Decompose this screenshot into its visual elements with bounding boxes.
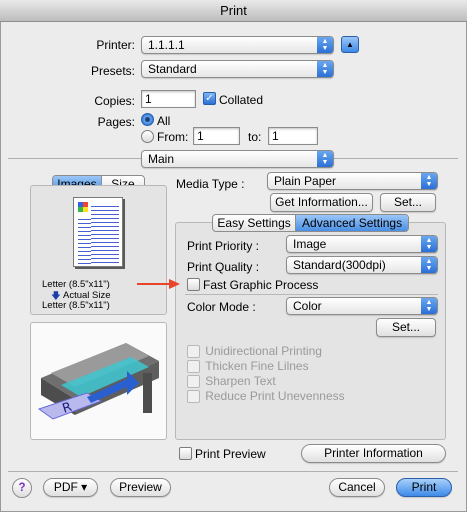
popup-arrows-icon: ▲ ▼	[421, 173, 437, 189]
separator	[8, 471, 458, 472]
triangle-up-icon: ▲	[346, 40, 354, 49]
presets-value: Standard	[148, 62, 197, 76]
fast-graphic-checkbox[interactable]	[187, 278, 200, 291]
pdf-button[interactable]: PDF ▾	[43, 478, 98, 497]
print-priority-value: Image	[293, 237, 327, 251]
presets-label: Presets:	[90, 64, 135, 78]
cancel-button[interactable]: Cancel	[329, 478, 385, 497]
unidirectional-label: Unidirectional Printing	[205, 344, 322, 358]
popup-arrows-icon: ▲ ▼	[317, 151, 333, 167]
pages-from-label: From:	[157, 130, 189, 144]
print-preview-checkbox[interactable]	[179, 447, 192, 460]
popup-arrows-icon: ▲ ▼	[317, 37, 333, 53]
popup-arrows-icon: ▲ ▼	[317, 61, 333, 77]
print-preview-label: Print Preview	[195, 447, 266, 461]
preview-button[interactable]: Preview	[110, 478, 171, 497]
print-quality-label: Print Quality :	[187, 260, 260, 274]
get-information-button[interactable]: Get Information...	[270, 193, 373, 212]
popup-arrows-icon: ▲ ▼	[421, 257, 437, 273]
thicken-lines-label: Thicken Fine Lilnes	[205, 359, 309, 373]
collated-label: Collated	[219, 93, 264, 107]
pages-label: Pages:	[97, 115, 135, 129]
popup-arrows-icon: ▲ ▼	[421, 236, 437, 252]
pages-to-input[interactable]: 1	[268, 127, 318, 145]
popup-arrows-icon: ▲ ▼	[421, 298, 437, 314]
print-quality-popup[interactable]: Standard(300dpi) ▲ ▼	[286, 256, 438, 274]
option-thicken-lines: Thicken Fine Lilnes	[187, 359, 309, 374]
pane-value: Main	[148, 152, 175, 166]
pages-from-input[interactable]: 1	[193, 127, 240, 145]
option-sharpen-text: Sharpen Text	[187, 374, 276, 389]
printer-label: Printer:	[96, 38, 135, 52]
window-title: Print	[0, 0, 467, 22]
pages-all-radio[interactable]	[141, 113, 154, 126]
pane-popup[interactable]: Main ▲ ▼	[141, 150, 334, 168]
page-thumbnail	[73, 197, 123, 267]
printer-information-button[interactable]: Printer Information	[301, 444, 446, 463]
option-reduce-unevenness: Reduce Print Unevenness	[187, 389, 345, 404]
settings-tabs: Easy Settings Advanced Settings	[212, 214, 409, 232]
fast-graphic-label: Fast Graphic Process	[203, 278, 319, 292]
presets-popup[interactable]: Standard ▲ ▼	[141, 60, 334, 78]
sharpen-text-checkbox[interactable]	[187, 375, 200, 389]
separator	[185, 294, 438, 295]
unidirectional-checkbox[interactable]	[187, 345, 200, 359]
print-priority-popup[interactable]: Image ▲ ▼	[286, 235, 438, 253]
collapse-details-button[interactable]: ▲	[341, 36, 359, 53]
print-priority-label: Print Priority :	[187, 239, 260, 253]
printer-illustration: R	[30, 322, 167, 440]
printer-popup[interactable]: 1.1.1.1 ▲ ▼	[141, 36, 334, 54]
media-type-label: Media Type :	[176, 177, 245, 191]
pages-to-label: to:	[248, 130, 262, 144]
color-set-button[interactable]: Set...	[376, 318, 436, 337]
printer-image: R	[37, 343, 159, 420]
print-button[interactable]: Print	[396, 478, 452, 497]
printer-value: 1.1.1.1	[148, 38, 185, 52]
color-mode-value: Color	[293, 299, 322, 313]
help-button[interactable]: ?	[12, 478, 32, 498]
text-lines-icon	[78, 216, 91, 265]
color-mode-label: Color Mode :	[187, 300, 256, 314]
text-lines-icon	[91, 203, 119, 265]
set-button[interactable]: Set...	[380, 193, 436, 212]
output-size-label: Letter (8.5"x11")	[42, 300, 110, 311]
tab-advanced-settings[interactable]: Advanced Settings	[296, 215, 408, 231]
annotation-arrow-icon	[137, 279, 180, 289]
pages-all-label: All	[157, 114, 171, 128]
copies-label: Copies:	[94, 94, 135, 108]
collated-checkbox[interactable]: ✓	[203, 92, 216, 105]
sharpen-text-label: Sharpen Text	[205, 374, 276, 388]
image-thumbnail-icon	[78, 202, 88, 212]
reduce-unevenness-checkbox[interactable]	[187, 390, 200, 404]
print-quality-value: Standard(300dpi)	[293, 258, 386, 272]
color-mode-popup[interactable]: Color ▲ ▼	[286, 297, 438, 315]
page-preview-box: Letter (8.5"x11") 🡇 Actual Size Letter (…	[30, 185, 167, 315]
copies-input[interactable]: 1	[141, 90, 196, 108]
media-type-value: Plain Paper	[274, 174, 337, 188]
pages-from-radio[interactable]	[141, 130, 154, 143]
media-type-popup[interactable]: Plain Paper ▲ ▼	[267, 172, 438, 190]
tab-easy-settings[interactable]: Easy Settings	[213, 215, 297, 231]
option-unidirectional: Unidirectional Printing	[187, 344, 322, 359]
reduce-unevenness-label: Reduce Print Unevenness	[205, 389, 345, 403]
help-icon: ?	[18, 482, 26, 494]
thicken-lines-checkbox[interactable]	[187, 360, 200, 374]
